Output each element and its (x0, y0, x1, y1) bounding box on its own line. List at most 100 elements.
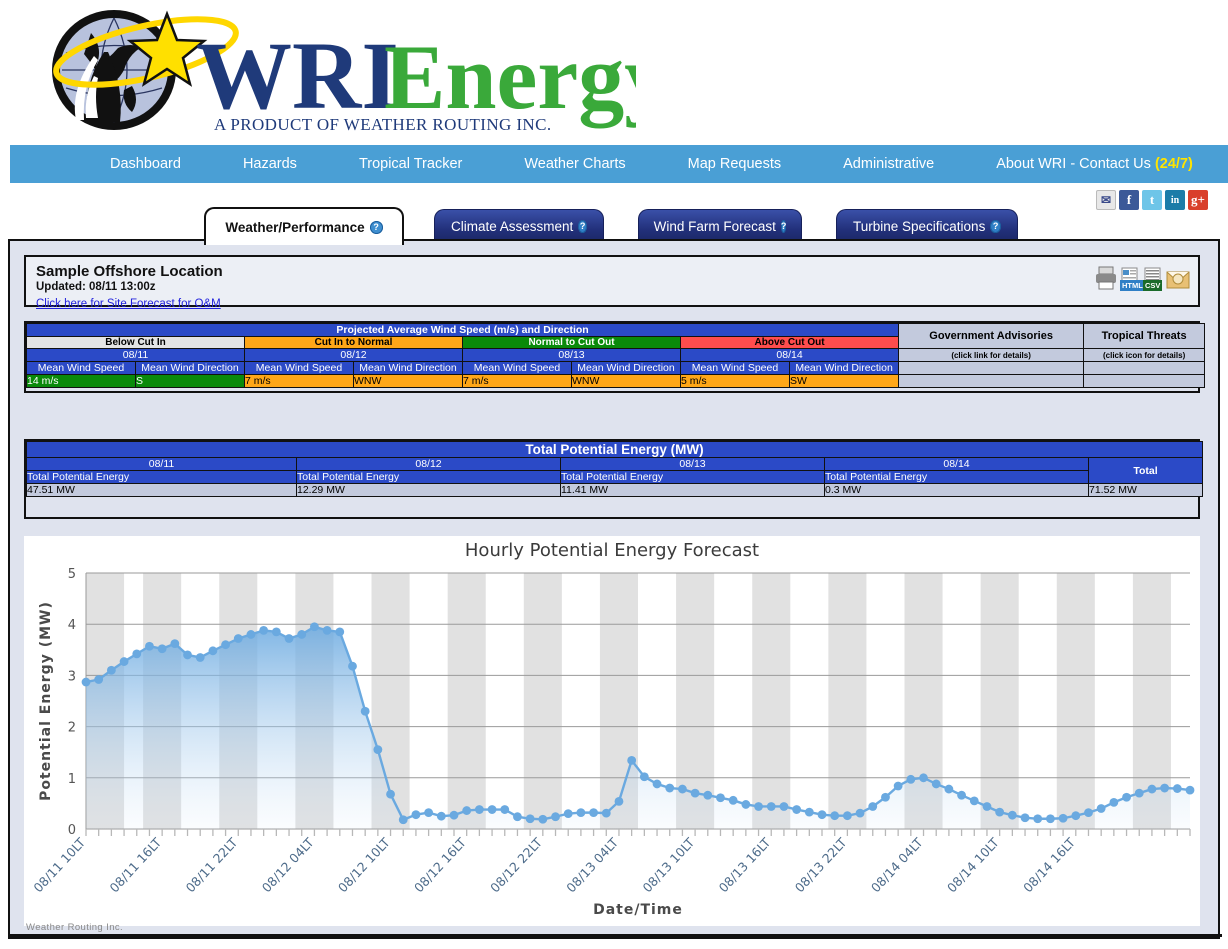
svg-text:WRI: WRI (196, 22, 399, 129)
nav-item-hazards[interactable]: Hazards (233, 156, 307, 172)
gov-advisories-header: Government Advisories (898, 323, 1085, 349)
svg-text:1: 1 (68, 772, 76, 787)
csv-export-icon[interactable]: CSV (1143, 267, 1163, 291)
tab-wind-farm-forecast[interactable]: Wind Farm Forecast? (638, 209, 802, 243)
tropical-threats-spacer (1083, 361, 1206, 375)
nav-item-administrative[interactable]: Administrative (833, 156, 944, 172)
col-mean-wind-speed: Mean Wind Speed (680, 361, 790, 375)
energy-table-title: Total Potential Energy (MW) (25, 441, 1204, 458)
tab-turbine-specifications[interactable]: Turbine Specifications? (836, 209, 1018, 243)
energy-value: 0.3 MW (824, 483, 1089, 497)
tab-climate-assessment[interactable]: Climate Assessment? (434, 209, 604, 243)
wind-day-date: 08/13 (462, 348, 681, 362)
energy-total-value: 71.52 MW (1087, 483, 1204, 497)
svg-text:08/11 10LT: 08/11 10LT (30, 835, 88, 896)
help-icon[interactable]: ? (780, 220, 787, 233)
legend-below-cut-in: Below Cut In (26, 336, 245, 349)
total-potential-energy-table: Total Potential Energy (MW) 08/11 08/12 … (24, 439, 1204, 519)
svg-text:Potential Energy (MW): Potential Energy (MW) (38, 601, 54, 801)
help-icon[interactable]: ? (578, 220, 587, 233)
nav-24-7-badge: (24/7) (1154, 156, 1193, 172)
nav-item-dashboard[interactable]: Dashboard (100, 156, 191, 172)
tab-label: Weather/Performance (225, 219, 365, 235)
gov-advisories-cell[interactable] (898, 374, 1085, 388)
energy-day-date: 08/12 (296, 457, 561, 471)
legend-above-cut-out: Above Cut Out (679, 336, 900, 349)
svg-text:08/14 04LT: 08/14 04LT (868, 835, 926, 896)
tab-weather-performance[interactable]: Weather/Performance? (204, 207, 404, 245)
wind-day-date: 08/12 (244, 348, 463, 362)
legend-cut-in-to-normal: Cut In to Normal (244, 336, 463, 349)
col-mean-wind-speed: Mean Wind Speed (244, 361, 354, 375)
app-page: WRI Energy A PRODUCT OF WEATHER ROUTING … (0, 0, 1228, 949)
tab-bar: Weather/Performance? Climate Assessment?… (0, 203, 1228, 245)
svg-text:3: 3 (68, 669, 76, 684)
nav-item-about-contact[interactable]: About WRI - Contact Us (24/7) (986, 156, 1203, 172)
svg-text:08/12 16LT: 08/12 16LT (411, 835, 469, 896)
energy-day-date: 08/14 (824, 457, 1089, 471)
tropical-threats-header: Tropical Threats (1083, 323, 1206, 349)
nav-item-tropical-tracker[interactable]: Tropical Tracker (349, 156, 472, 172)
updated-timestamp: Updated: 08/11 13:00z (36, 281, 156, 293)
chart-canvas: 0 1 2 3 4 5 08/11 10LT 08/11 16LT 08/11 22LT 08/1… (30, 567, 1195, 918)
email-export-icon[interactable] (1166, 267, 1190, 291)
footer-attribution: Weather Routing Inc. (26, 922, 124, 933)
tab-label: Wind Farm Forecast (653, 219, 776, 234)
wri-energy-logo: WRI Energy A PRODUCT OF WEATHER ROUTING … (52, 10, 636, 134)
svg-text:4: 4 (68, 618, 76, 633)
location-header: Sample Offshore Location Updated: 08/11 … (24, 255, 1200, 310)
energy-value: 12.29 MW (296, 483, 561, 497)
svg-text:08/12 10LT: 08/12 10LT (335, 835, 393, 896)
print-icon[interactable] (1095, 265, 1117, 291)
nav-item-weather-charts[interactable]: Weather Charts (514, 156, 635, 172)
wind-day-date: 08/14 (679, 348, 900, 362)
energy-day-date: 08/11 (26, 457, 297, 471)
site-forecast-link[interactable]: Click here for Site Forecast for O&M (36, 297, 221, 311)
energy-table-grid: Total Potential Energy (MW) 08/11 08/12 … (25, 441, 1204, 497)
col-mean-wind-direction: Mean Wind Direction (571, 361, 681, 375)
gov-advisories-spacer (898, 361, 1085, 375)
energy-day-date: 08/13 (560, 457, 825, 471)
tropical-threats-sub: (click icon for details) (1083, 348, 1206, 362)
wind-table-grid: Projected Average Wind Speed (m/s) and D… (25, 323, 1206, 388)
site-logo-header: WRI Energy A PRODUCT OF WEATHER ROUTING … (0, 0, 1228, 145)
nav-item-map-requests[interactable]: Map Requests (678, 156, 792, 172)
main-navigation: Dashboard Hazards Tropical Tracker Weath… (10, 145, 1228, 183)
tropical-threats-cell[interactable] (1083, 374, 1206, 388)
wind-day-date: 08/11 (26, 348, 245, 362)
chart-title: Hourly Potential Energy Forecast (464, 540, 760, 561)
nav-about-label: About WRI - Contact Us (996, 156, 1151, 172)
energy-row-label: Total Potential Energy (296, 470, 561, 484)
svg-text:08/13 22LT: 08/13 22LT (792, 835, 850, 896)
col-mean-wind-direction: Mean Wind Direction (135, 361, 245, 375)
hourly-energy-chart: Hourly Potential Energy Forecast 0123450… (24, 536, 1200, 926)
help-icon[interactable]: ? (369, 220, 383, 234)
wind-direction-value: WNW (353, 374, 463, 388)
wind-table-title: Projected Average Wind Speed (m/s) and D… (25, 323, 900, 337)
svg-text:08/13 10LT: 08/13 10LT (639, 835, 697, 896)
svg-text:08/12 22LT: 08/12 22LT (487, 835, 545, 896)
wind-direction-value: WNW (571, 374, 681, 388)
col-mean-wind-speed: Mean Wind Speed (462, 361, 572, 375)
svg-text:A PRODUCT OF WEATHER ROUTING I: A PRODUCT OF WEATHER ROUTING INC. (214, 115, 551, 134)
svg-text:Energy: Energy (384, 26, 636, 128)
help-icon[interactable]: ? (990, 220, 1001, 233)
export-toolbar: HTML CSV (1095, 265, 1190, 291)
html-export-icon[interactable]: HTML (1120, 267, 1145, 291)
energy-total-header: Total (1087, 457, 1204, 484)
bottom-divider (10, 934, 1222, 937)
legend-normal-to-cut-out: Normal to Cut Out (462, 336, 681, 349)
energy-row-label: Total Potential Energy (824, 470, 1089, 484)
svg-text:08/11 22LT: 08/11 22LT (183, 835, 241, 896)
svg-text:08/14 16LT: 08/14 16LT (1020, 835, 1078, 896)
page-title: Sample Offshore Location (36, 263, 223, 280)
energy-value: 47.51 MW (26, 483, 297, 497)
energy-row-label: Total Potential Energy (26, 470, 297, 484)
svg-text:5: 5 (68, 567, 76, 582)
svg-text:08/14 10LT: 08/14 10LT (944, 835, 1002, 896)
gov-advisories-sub: (click link for details) (898, 348, 1085, 362)
svg-text:08/13 04LT: 08/13 04LT (563, 835, 621, 896)
col-mean-wind-direction: Mean Wind Direction (353, 361, 463, 375)
col-mean-wind-direction: Mean Wind Direction (788, 361, 900, 375)
svg-text:08/11 16LT: 08/11 16LT (106, 835, 164, 896)
